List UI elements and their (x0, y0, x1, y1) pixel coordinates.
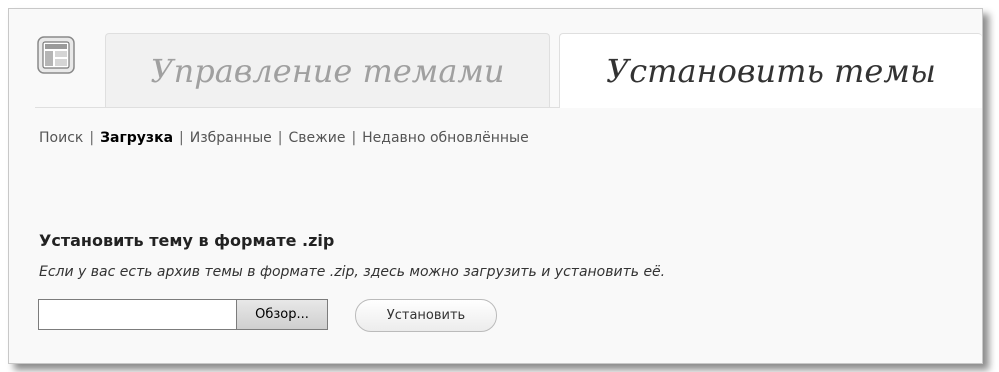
appearance-layout-icon (37, 36, 75, 74)
upload-description: Если у вас есть архив темы в формате .zi… (39, 264, 666, 280)
subnav-featured-link[interactable]: Избранные (190, 130, 272, 146)
upload-section-title: Установить тему в формате .zip (39, 231, 335, 250)
subnav-separator: | (89, 130, 95, 146)
install-button[interactable]: Установить (355, 299, 497, 332)
browse-button[interactable]: Обзор... (237, 299, 328, 330)
file-path-input[interactable] (38, 299, 237, 330)
subnav-newest-link[interactable]: Свежие (288, 130, 345, 146)
subnav-recently-updated-link[interactable]: Недавно обновлённые (362, 130, 529, 146)
themes-panel: Управление темами Установить темы Поиск |… (8, 8, 983, 364)
tab-manage-themes[interactable]: Управление темами (105, 33, 550, 107)
subnav-separator: | (277, 130, 283, 146)
install-subnav: Поиск | Загрузка | Избранные | Свежие | Недавно … (39, 130, 529, 146)
subnav-search-link[interactable]: Поиск (39, 130, 83, 146)
tab-install-themes[interactable]: Установить темы (559, 33, 982, 108)
subnav-separator: | (179, 130, 184, 146)
subnav-upload-link[interactable]: Загрузка (100, 130, 173, 146)
subnav-separator: | (351, 130, 357, 146)
